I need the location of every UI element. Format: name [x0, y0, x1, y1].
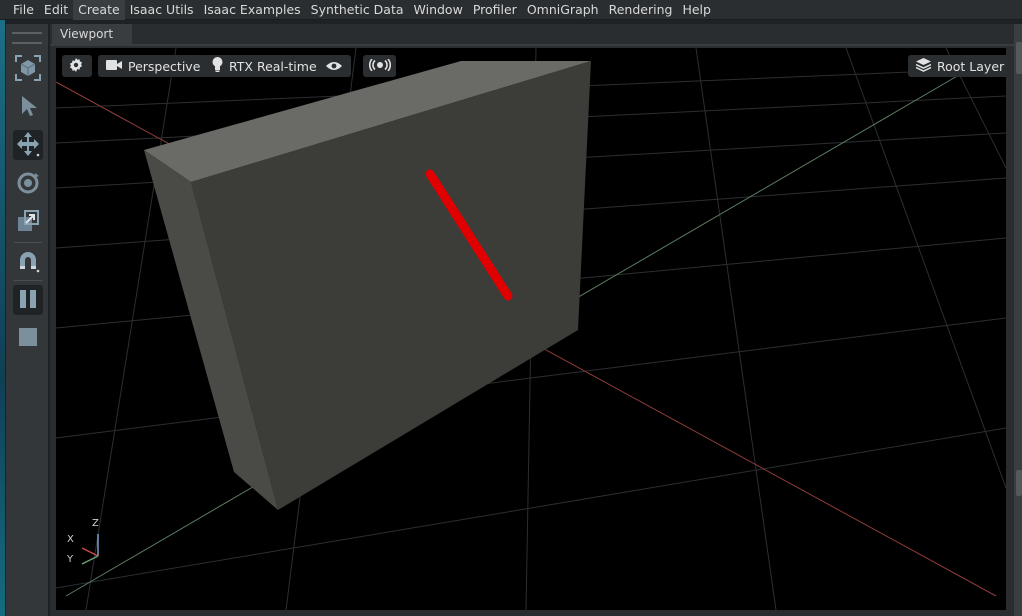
- gear-icon: [69, 57, 83, 75]
- viewport-settings-button[interactable]: [62, 55, 92, 77]
- z-axis-label: Z: [92, 518, 99, 529]
- menu-isaac-examples[interactable]: Isaac Examples: [199, 0, 306, 20]
- menu-create[interactable]: Create: [73, 0, 125, 20]
- toolbar-separator: [14, 280, 42, 281]
- select-frame-icon: [14, 54, 42, 85]
- toolbar-grip[interactable]: [12, 32, 42, 44]
- menu-file[interactable]: File: [8, 0, 39, 20]
- pause-button[interactable]: [13, 285, 43, 315]
- snap-magnet-icon: [16, 249, 40, 276]
- select-button[interactable]: [13, 92, 43, 122]
- select-frame-button[interactable]: [13, 54, 43, 84]
- video-camera-icon: [106, 59, 122, 74]
- camera-label: Perspective: [128, 58, 201, 74]
- box-object: [144, 61, 591, 510]
- right-panel-edge: [1014, 24, 1022, 616]
- select-arrow-icon: [18, 95, 38, 120]
- x-axis-label: X: [67, 534, 74, 545]
- tab-divider: [50, 44, 1014, 46]
- layer-button[interactable]: Root Layer: [908, 55, 1006, 77]
- layer-label: Root Layer: [937, 58, 1005, 74]
- menu-isaac-utils[interactable]: Isaac Utils: [125, 0, 199, 20]
- lightbulb-icon: [212, 57, 223, 75]
- stop-button[interactable]: [13, 323, 43, 353]
- pause-icon: [17, 288, 39, 313]
- menu-synthetic-data[interactable]: Synthetic Data: [306, 0, 409, 20]
- menubar: File Edit Create Isaac Utils Isaac Examp…: [0, 0, 1022, 20]
- rotate-button[interactable]: [13, 169, 43, 199]
- tab-viewport[interactable]: Viewport: [52, 24, 132, 44]
- desktop-background-strip: [0, 20, 5, 616]
- render-mode-button[interactable]: RTX Real-time: [204, 55, 325, 77]
- right-panel-handle-lower[interactable]: [1016, 470, 1022, 496]
- axis-gizmo: Z X Y: [64, 516, 104, 568]
- scene-render: [56, 48, 1006, 610]
- rotate-icon: [15, 170, 41, 199]
- visibility-button[interactable]: [317, 55, 351, 77]
- render-mode-label: RTX Real-time: [229, 58, 317, 74]
- right-panel-handle[interactable]: [1016, 42, 1022, 74]
- toolbar-separator: [14, 242, 42, 243]
- y-axis-label: Y: [67, 554, 74, 565]
- viewport-panel: Viewport Perspective RTX Real-time Root …: [50, 24, 1014, 616]
- menu-rendering[interactable]: Rendering: [604, 0, 678, 20]
- layers-icon: [915, 57, 932, 75]
- broadcast-button[interactable]: [363, 55, 396, 77]
- left-toolbar: [6, 24, 48, 616]
- snap-button[interactable]: [13, 247, 43, 277]
- menu-profiler[interactable]: Profiler: [468, 0, 522, 20]
- menu-edit[interactable]: Edit: [39, 0, 73, 20]
- move-button[interactable]: [13, 130, 43, 160]
- move-icon: [15, 131, 41, 160]
- viewport-canvas[interactable]: Perspective RTX Real-time Root Layer Z X…: [56, 48, 1006, 610]
- menu-window[interactable]: Window: [409, 0, 468, 20]
- broadcast-icon: [368, 57, 392, 74]
- scale-button[interactable]: [13, 207, 43, 237]
- stop-icon: [18, 327, 38, 350]
- scale-icon: [16, 209, 40, 236]
- eye-icon: [326, 59, 342, 74]
- menu-omnigraph[interactable]: OmniGraph: [522, 0, 604, 20]
- menu-help[interactable]: Help: [677, 0, 716, 20]
- camera-button[interactable]: Perspective: [98, 55, 209, 77]
